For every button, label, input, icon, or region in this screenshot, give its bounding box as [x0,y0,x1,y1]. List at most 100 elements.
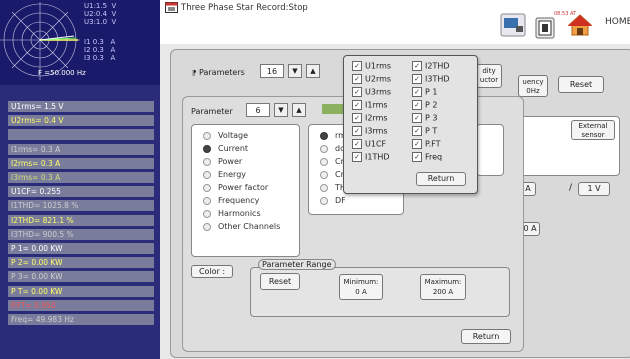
parameter-color-swatch [322,104,344,114]
home-label[interactable]: HOME [605,17,630,27]
parameter-type-radio[interactable]: Voltage [203,131,248,140]
parameter-checkbox[interactable]: ✓ P T [412,126,437,136]
external-sensor-button[interactable]: External sensor [571,120,615,140]
minimum-value: 0 A [355,288,367,296]
checkbox-label: I2rms [365,113,388,123]
parameters-up-button[interactable]: ▲ [306,64,320,78]
checkbox-label: U3rms [365,87,392,97]
parameter-checkbox[interactable]: ✓ U1CF [352,139,386,149]
sub-parameter-radio[interactable]: DF [320,196,346,205]
frequency-readout: F =50.000 Hz [38,69,86,77]
parameter-checkbox[interactable]: ✓ P.FT [412,139,440,149]
vector-diagram: U1:1.5 V U2:0.4 V U3:1.0 V I1 0.3 A I2 0… [0,0,160,85]
checkbox-check-icon: ✓ [352,87,362,97]
popup-return-button[interactable]: Return [416,172,466,186]
parameter-checkbox[interactable]: ✓ I3THD [412,74,450,84]
parameter-checkbox[interactable]: ✓ P 2 [412,100,437,110]
checkbox-check-icon: ✓ [412,126,422,136]
parameter-up-button[interactable]: ▲ [292,103,306,117]
checkbox-check-icon: ✓ [412,139,422,149]
parameter-type-radio[interactable]: Current [203,144,248,153]
parameter-index-field[interactable]: 6 [246,103,270,117]
parameter-checkbox[interactable]: ✓ I1rms [352,100,388,110]
checkbox-label: I3THD [425,74,450,84]
parameter-checkbox[interactable]: ✓ I1THD [352,152,390,162]
measurement-row: P 2= 0.00 KW [8,257,154,269]
measurement-row: U1rms= 1.5 V [8,101,154,112]
parameter-checkbox[interactable]: ✓ I2THD [412,61,450,71]
minimum-button[interactable]: Minimum: 0 A [339,274,383,300]
radio-label: Current [218,144,249,153]
checkbox-label: Freq [425,152,443,162]
parameter-checkbox[interactable]: ✓ P 1 [412,87,437,97]
radio-indicator [203,222,211,231]
checkbox-label: I1THD [365,152,390,162]
radio-label: Energy [218,170,247,179]
radio-label: Voltage [218,131,249,140]
measurement-row: P T= 0.00 KW [8,285,154,297]
minimum-label: Minimum: [343,278,379,286]
computer-icon[interactable] [500,13,526,37]
ratio-v-field[interactable]: 1 V [578,182,610,196]
parameter-checkbox[interactable]: ✓ U2rms [352,74,391,84]
parameter-down-button[interactable]: ▼ [274,103,288,117]
measurement-row: P 1= 0.00 KW [8,243,154,254]
measurement-row: U1CF= 0.255 [8,186,154,198]
radio-indicator [320,144,328,153]
conductor-button[interactable]: dity uctor [476,64,502,88]
checkbox-label: I2THD [425,61,450,71]
color-button[interactable]: Color : [191,265,233,278]
parameter-checkbox[interactable]: ✓ U1rms [352,61,391,71]
radio-indicator [203,131,211,140]
parameter-checkbox[interactable]: ✓ I2rms [352,113,388,123]
checkbox-check-icon: ✓ [352,152,362,162]
checkbox-check-icon: ✓ [412,74,422,84]
window-icon [165,2,178,13]
measurement-row: I3THD= 900.5 % [8,228,154,240]
parameter-label: Parameter [191,107,233,116]
checkbox-check-icon: ✓ [352,126,362,136]
range-reset-button[interactable]: Reset [260,273,300,290]
home-icon[interactable] [567,13,593,37]
measurement-row: I2rms= 0.3 A [8,157,154,169]
measurement-row: P 3= 0.00 KW [8,271,154,283]
checkbox-label: U1CF [365,139,387,149]
maximum-value: 200 A [432,288,454,296]
parameter-type-radio[interactable]: Power [203,157,242,166]
sub-parameter-radio[interactable]: Cr [320,157,344,166]
parameter-type-radio[interactable]: Harmonics [203,209,261,218]
parameter-checkbox[interactable]: ✓ I3rms [352,126,388,136]
return-button[interactable]: Return [461,329,511,344]
parameter-checkbox[interactable]: ✓ P 3 [412,113,437,123]
radio-label: Other Channels [218,222,281,231]
radio-indicator [203,170,211,179]
radio-indicator [203,209,211,218]
clock-icon[interactable] [535,17,555,39]
checkbox-label: P.FT [425,139,441,149]
checkbox-check-icon: ✓ [412,113,422,123]
maximum-label: Maximum: [424,278,462,286]
frequency-button[interactable]: uency 0Hz [518,75,548,97]
reset-button[interactable]: Reset [558,76,604,93]
parameter-checkbox[interactable]: ✓ U3rms [352,87,391,97]
checkbox-check-icon: ✓ [352,113,362,123]
checkbox-label: U2rms [365,74,392,84]
radio-label: DF [335,196,346,205]
parameter-type-radio[interactable]: Other Channels [203,222,280,231]
checkbox-check-icon: ✓ [412,152,422,162]
parameters-down-button[interactable]: ▼ [288,64,302,78]
sub-parameter-radio[interactable]: Cr [320,170,344,179]
parameters-count-field[interactable]: 16 [260,64,284,78]
parameter-type-radio[interactable]: Power factor [203,183,268,192]
parameter-type-radio[interactable]: Frequency [203,196,259,205]
maximum-button[interactable]: Maximum: 200 A [420,274,466,300]
parameter-range-title: Parameter Range [258,259,336,270]
radio-label: Harmonics [218,209,261,218]
parameter-checkbox[interactable]: ✓ Freq [412,152,442,162]
checkbox-label: P 3 [425,113,438,123]
sub-parameter-radio[interactable]: dc [320,144,344,153]
radio-label: Frequency [218,196,260,205]
parameter-type-radio[interactable]: Energy [203,170,246,179]
radio-indicator [320,196,328,205]
radio-indicator [203,144,211,153]
